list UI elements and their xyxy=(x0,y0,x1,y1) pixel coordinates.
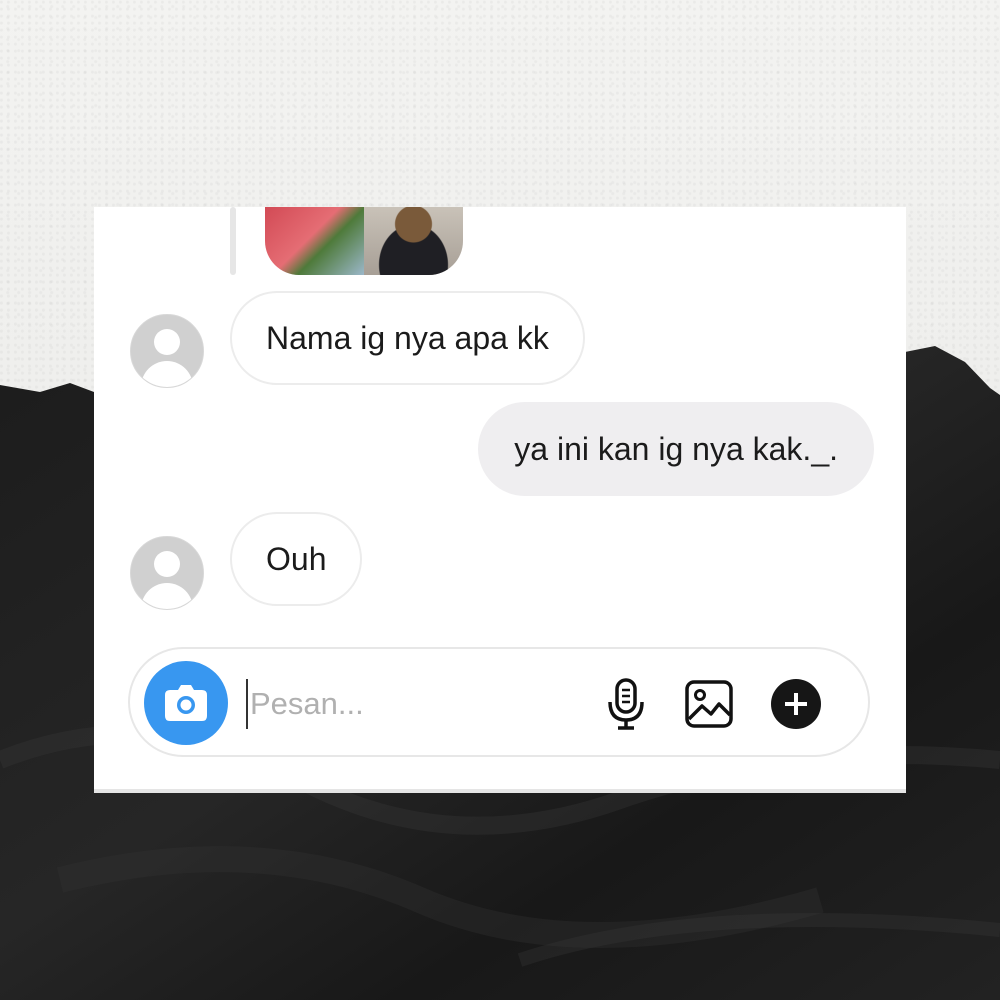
message-composer xyxy=(128,647,870,757)
avatar[interactable] xyxy=(130,314,204,388)
outgoing-message-bubble[interactable]: ya ini kan ig nya kak._. xyxy=(478,402,874,496)
avatar-head xyxy=(154,551,180,577)
chat-screenshot: Nama ig nya apa kk ya ini kan ig nya kak… xyxy=(94,207,906,793)
image-icon xyxy=(685,680,733,728)
microphone-icon xyxy=(608,678,644,730)
photo-thumbnail[interactable] xyxy=(364,207,463,275)
card-bottom-divider xyxy=(94,789,906,793)
avatar-shoulders xyxy=(141,361,193,387)
plus-circle-icon xyxy=(771,679,821,729)
camera-button[interactable] xyxy=(144,661,228,745)
incoming-message-bubble[interactable]: Nama ig nya apa kk xyxy=(230,291,585,385)
avatar-head xyxy=(154,329,180,355)
camera-icon xyxy=(165,685,207,721)
incoming-message-bubble[interactable]: Ouh xyxy=(230,512,363,606)
microphone-button[interactable] xyxy=(600,678,652,730)
gallery-button[interactable] xyxy=(683,678,735,730)
avatar[interactable] xyxy=(130,536,204,610)
photo-thumbnail[interactable] xyxy=(265,207,364,275)
reply-indicator-bar xyxy=(230,207,236,275)
more-options-button[interactable] xyxy=(770,678,822,730)
avatar-shoulders xyxy=(141,583,193,609)
message-input[interactable] xyxy=(248,675,582,733)
shared-photos-preview[interactable] xyxy=(265,207,463,275)
